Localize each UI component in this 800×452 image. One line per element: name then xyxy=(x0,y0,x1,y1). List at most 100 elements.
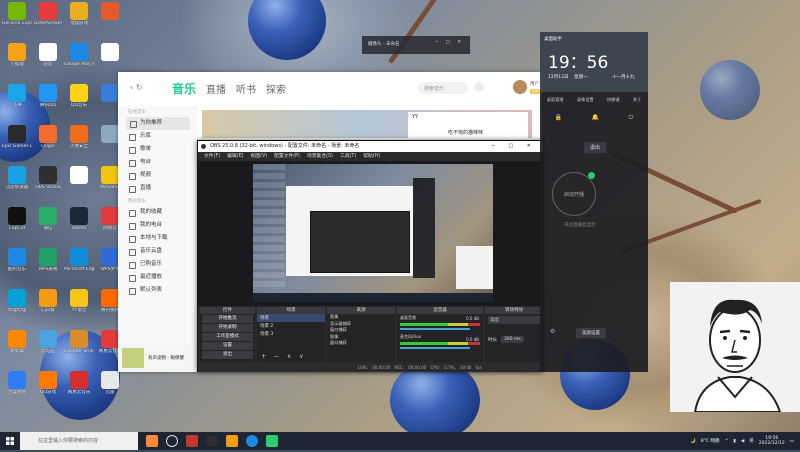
user-name[interactable]: 用户 xyxy=(530,81,539,87)
yy-window[interactable]: YY 吃不饱的猫咪咪 xyxy=(408,112,528,142)
pinned-app-icon[interactable] xyxy=(146,435,158,447)
obs-preview[interactable] xyxy=(198,161,543,306)
notifications-icon[interactable]: ▭ xyxy=(790,439,794,444)
sidebar-item-local[interactable]: 本地与下载 xyxy=(118,232,198,245)
album-cover[interactable] xyxy=(122,348,144,368)
sidebar-item-video[interactable]: 视频 xyxy=(118,169,198,182)
menu-edit[interactable]: 编辑(E) xyxy=(227,152,243,161)
desktop-icon[interactable]: 此电脑 xyxy=(33,330,63,354)
obs-window[interactable]: OBS 25.0.8 (32-bit, windows) - 配置文件: 未命名… xyxy=(197,140,544,372)
webcam-widget[interactable]: 摄像头 - 未命名 ─ □ ✕ xyxy=(362,36,470,54)
volume-slider[interactable] xyxy=(400,347,470,349)
back-forward-icon[interactable]: ‹ ↻ xyxy=(130,83,142,92)
desktop-icon[interactable]: Origin xyxy=(33,125,63,149)
desktop-icon[interactable]: 腾讯QQ xyxy=(33,84,63,108)
volume-icon[interactable]: ◀ xyxy=(741,439,744,444)
desktop-icon[interactable]: QQ音乐 xyxy=(64,84,94,108)
assistant-tab[interactable]: 桌面管理 xyxy=(547,94,564,106)
desktop-icon[interactable]: 新剪辑 xyxy=(2,330,32,354)
sidebar-item-live[interactable]: 直播 xyxy=(118,182,198,195)
obs-taskbar-icon[interactable] xyxy=(206,435,218,447)
desktop-icon[interactable]: 迅雷 xyxy=(95,371,125,395)
menu-help[interactable]: 帮助(H) xyxy=(363,152,380,161)
desktop-icon[interactable]: CapCut xyxy=(2,207,32,231)
desktop-icon[interactable]: Epic Games Launcher xyxy=(2,125,32,149)
mic-icon[interactable] xyxy=(474,82,484,92)
exit-button[interactable]: 退出 xyxy=(202,351,253,359)
desktop-icon[interactable]: 微信 xyxy=(33,207,63,231)
network-icon[interactable]: ▮ xyxy=(733,439,735,444)
desktop-icon[interactable]: 必剪 xyxy=(33,43,63,67)
sidebar-item-purchased[interactable]: 已购音乐 xyxy=(118,258,198,271)
duration-input[interactable]: 300 ms xyxy=(501,336,524,343)
desktop-icon[interactable]: 网易云音乐 xyxy=(64,371,94,395)
sidebar-item-library[interactable]: 乐库 xyxy=(118,130,198,143)
source-item[interactable]: 窗口捕获 xyxy=(327,340,395,347)
settings-button[interactable]: 设置 xyxy=(202,342,253,350)
sidebar-item-playlists[interactable]: 歌单 xyxy=(118,143,198,156)
music-search-input[interactable]: 搜索音乐 xyxy=(418,82,468,94)
nav-tab-explore[interactable]: 探索 xyxy=(266,81,286,96)
input-lang[interactable]: 英 xyxy=(749,438,754,444)
desktop-icon[interactable]: WPS表格 xyxy=(33,248,63,272)
transition-select[interactable]: 淡出 xyxy=(488,316,540,324)
desktop-icon[interactable]: Microsoft Edge xyxy=(64,248,94,272)
taskbar-search-input[interactable]: 在这里输入你要搜索的内容 xyxy=(20,432,138,450)
menu-scene-collection[interactable]: 场景集合(S) xyxy=(307,152,333,161)
scene-item[interactable]: 场景 3 xyxy=(257,330,325,338)
menu-profile[interactable]: 配置文件(P) xyxy=(274,152,300,161)
nav-tab-music[interactable]: 音乐 xyxy=(172,80,196,97)
sidebar-item-recommend[interactable]: 为你推荐 xyxy=(126,117,190,130)
desktop-icon[interactable]: 飞书 xyxy=(2,84,32,108)
start-recording-button[interactable]: 开始录制 xyxy=(202,324,253,332)
cortana-icon[interactable] xyxy=(166,435,178,447)
desktop-icon[interactable]: OBS Studio xyxy=(33,166,63,190)
scene-item[interactable]: 场景 2 xyxy=(257,322,325,330)
windows-start-icon[interactable] xyxy=(0,432,20,450)
pinned-app-icon[interactable] xyxy=(246,435,258,447)
assistant-tab[interactable]: 录像设置 xyxy=(577,94,594,106)
power-icon[interactable]: ⏻ xyxy=(629,114,634,126)
nav-tab-live[interactable]: 直播 xyxy=(206,81,226,96)
pinned-app-icon[interactable] xyxy=(266,435,278,447)
start-streaming-button[interactable]: 开始推流 xyxy=(202,315,253,323)
preview-canvas[interactable] xyxy=(253,164,493,302)
lock-icon[interactable]: 🔒 xyxy=(555,114,562,126)
assistant-tab[interactable]: 关于 xyxy=(633,94,641,106)
desktop-icon[interactable]: 迅游加速器 xyxy=(2,166,32,190)
sidebar-item-favorites[interactable]: 我的收藏 xyxy=(118,206,198,219)
desktop-icon[interactable]: 小狐狸 xyxy=(2,43,32,67)
menu-file[interactable]: 文件(F) xyxy=(204,152,220,161)
menu-tools[interactable]: 工具(T) xyxy=(340,152,356,161)
scene-item[interactable]: 场景 xyxy=(257,314,325,322)
pinned-app-icon[interactable] xyxy=(186,435,198,447)
desktop-icon[interactable]: Steam xyxy=(64,207,94,231)
desktop-icon[interactable] xyxy=(95,43,125,62)
settings-gear-icon[interactable]: ⚙ xyxy=(550,328,555,335)
desktop-icon[interactable]: 向日葵 xyxy=(33,289,63,313)
desktop-icon[interactable]: GameViewer xyxy=(33,2,63,26)
beauty-settings-button[interactable]: 美颜设置 xyxy=(576,328,606,338)
window-controls-icon[interactable]: ─ □ ✕ xyxy=(492,141,537,152)
studio-mode-button[interactable]: 工作室模式 xyxy=(202,333,253,341)
desktop-icon[interactable]: GeForce Experience xyxy=(2,2,32,26)
sidebar-item-radio[interactable]: 电台 xyxy=(118,156,198,169)
tray-overflow-icon[interactable]: ^ xyxy=(725,439,729,444)
desktop-icon[interactable]: YY语音 xyxy=(64,289,94,313)
desktop-icon[interactable]: 酷狗音乐 xyxy=(2,248,32,272)
desktop-icon[interactable] xyxy=(64,166,94,185)
desktop-icon[interactable]: 哔哩哔哩 xyxy=(2,289,32,313)
taskbar-clock[interactable]: 19:56 2022/12/12 xyxy=(759,436,785,446)
desktop-icon[interactable]: QQ游戏 xyxy=(33,371,63,395)
bell-icon[interactable]: 🔔 xyxy=(592,114,599,126)
sidebar-item-recent[interactable]: 最近播放 xyxy=(118,271,198,284)
desktop-icon[interactable]: 猎狐游戏 xyxy=(64,2,94,26)
exit-panel-button[interactable]: 退出 xyxy=(584,142,607,153)
desktop-icon[interactable]: Google Play 商店 xyxy=(64,43,94,67)
sidebar-item-default-list[interactable]: 默认列表 xyxy=(118,284,198,297)
pinned-app-icon[interactable] xyxy=(226,435,238,447)
desktop-icon[interactable]: Counter-Strike xyxy=(64,330,94,354)
assistant-tab[interactable]: 快捷键 xyxy=(607,94,620,106)
nav-tab-audiobook[interactable]: 听书 xyxy=(236,81,256,96)
weather-icon[interactable]: 🌙 xyxy=(690,439,696,444)
